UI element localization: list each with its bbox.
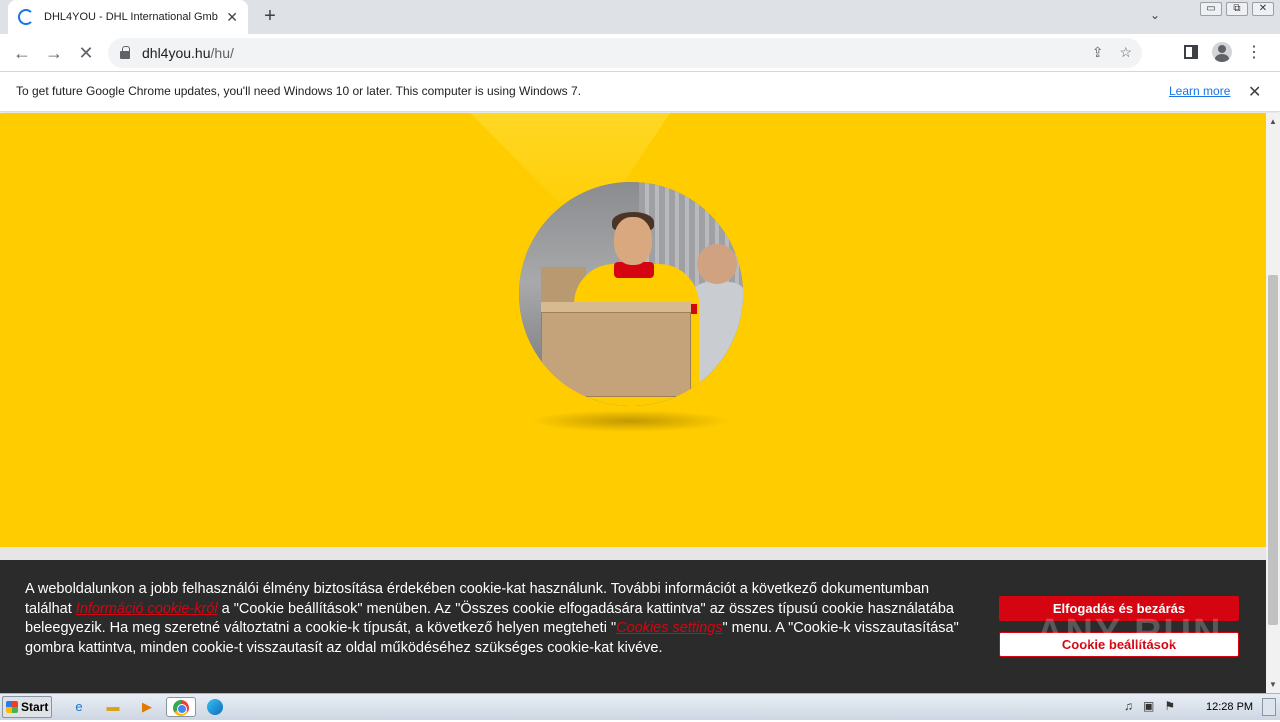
tab-strip: DHL4YOU - DHL International GmbH ✕ + ⌄ ▭… [0,0,1280,34]
back-button[interactable]: ← [10,41,34,65]
lock-icon[interactable] [120,46,130,59]
page-scrollbar[interactable]: ▲ ▼ [1266,113,1280,693]
cookie-info-link[interactable]: Információ cookie-król [76,601,218,617]
address-bar[interactable]: dhl4you.hu/hu/ ⇪ ☆ [108,38,1142,68]
anyrun-watermark: ANY RUN [1036,612,1223,654]
scroll-down-icon[interactable]: ▼ [1269,680,1277,689]
browser-tab[interactable]: DHL4YOU - DHL International GmbH ✕ [8,0,248,34]
show-desktop-button[interactable] [1262,698,1276,716]
loading-spinner-icon [18,9,34,25]
cookie-banner: A weboldalunkon a jobb felhasználói élmé… [0,560,1266,693]
scroll-thumb[interactable] [1268,275,1278,625]
internet-explorer-icon[interactable]: e [68,697,90,717]
network-icon[interactable]: ▣ [1143,699,1154,713]
scroll-up-icon[interactable]: ▲ [1269,117,1277,126]
tab-search-icon[interactable]: ⌄ [1150,8,1160,22]
flag-icon[interactable]: ⚑ [1164,699,1175,713]
media-player-icon[interactable]: ▶ [136,697,158,717]
start-button[interactable]: Start [2,696,52,718]
profile-avatar-icon[interactable] [1212,42,1232,62]
forward-button[interactable]: → [42,41,66,65]
url-path: /hu/ [210,45,234,61]
browser-toolbar: ← → ✕ dhl4you.hu/hu/ ⇪ ☆ ⋮ [0,34,1280,72]
window-controls: ▭ ⧉ ✕ [1200,2,1274,16]
side-panel-icon[interactable] [1184,45,1198,59]
close-window-button[interactable]: ✕ [1252,2,1274,16]
chrome-taskbar-icon[interactable] [166,697,196,717]
system-tray: ♫ ▣ ⚑ [1124,699,1175,713]
image-shadow [530,410,730,432]
update-infobar: To get future Google Chrome updates, you… [0,72,1280,112]
infobar-close-icon[interactable]: ✕ [1248,82,1261,102]
edge-icon[interactable] [204,697,226,717]
toolbar-right: ⋮ [1184,42,1262,62]
url-host: dhl4you.hu [142,45,211,61]
restore-button[interactable]: ⧉ [1226,2,1248,16]
cookies-settings-link[interactable]: Cookies settings [616,620,722,636]
learn-more-link[interactable]: Learn more [1169,84,1230,98]
file-explorer-icon[interactable]: ▬ [102,697,124,717]
browser-menu-icon[interactable]: ⋮ [1246,42,1262,62]
cookie-text: A weboldalunkon a jobb felhasználói élmé… [25,580,965,658]
minimize-button[interactable]: ▭ [1200,2,1222,16]
new-tab-button[interactable]: + [258,4,282,28]
tab-title: DHL4YOU - DHL International GmbH [44,11,219,23]
bookmark-star-icon[interactable]: ☆ [1119,44,1132,61]
tab-close-icon[interactable]: ✕ [226,9,238,26]
hero-courier-image [519,182,743,406]
speaker-icon[interactable]: ♫ [1124,699,1133,713]
infobar-message: To get future Google Chrome updates, you… [16,84,582,98]
stop-loading-button[interactable]: ✕ [74,41,98,65]
windows-taskbar: Start e ▬ ▶ ♫ ▣ ⚑ 12:28 PM [0,693,1280,720]
taskbar-clock[interactable]: 12:28 PM [1206,701,1253,713]
address-bar-actions: ⇪ ☆ [1092,44,1132,61]
share-icon[interactable]: ⇪ [1092,44,1104,61]
